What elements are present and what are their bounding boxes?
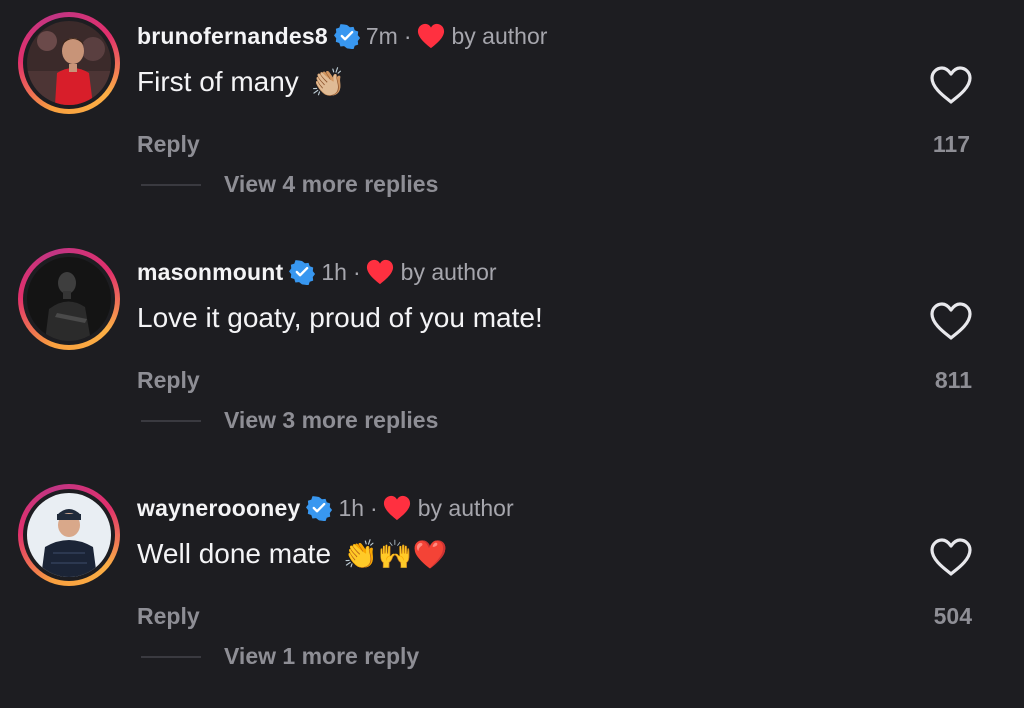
separator: · [370, 494, 378, 521]
like-heart-icon[interactable] [928, 536, 974, 578]
username[interactable]: wayneroooney [137, 495, 300, 522]
separator: · [352, 258, 361, 285]
username[interactable]: brunofernandes8 [137, 23, 328, 50]
reply-button[interactable]: Reply [137, 603, 200, 630]
comment: brunofernandes8 7m · by author First of … [0, 0, 1024, 236]
replies-divider [141, 184, 201, 186]
like-heart-icon[interactable] [928, 64, 974, 106]
avatar[interactable] [18, 12, 120, 114]
heart-filled-icon [383, 495, 410, 521]
timestamp: 7m [365, 22, 398, 49]
timestamp: 1h [338, 494, 365, 521]
comment-text: Love it goaty, proud of you mate! [137, 300, 543, 336]
comment-emoji: 👏🏼 [310, 65, 346, 99]
reply-button[interactable]: Reply [137, 367, 200, 394]
replies-divider [141, 656, 201, 658]
avatar[interactable] [18, 248, 120, 350]
avatar-image [27, 257, 111, 341]
replies-divider [141, 420, 201, 422]
like-count[interactable]: 117 [890, 131, 970, 158]
like-count[interactable]: 811 [892, 367, 972, 394]
timestamp: 1h [321, 258, 347, 285]
comment-header: brunofernandes8 7m · by author [137, 20, 547, 52]
comment-body: Well done mate [137, 538, 332, 569]
view-replies-button[interactable]: View 1 more reply [224, 643, 419, 670]
by-author-label: by author [400, 258, 497, 285]
comment: masonmount 1h · by author Love it goaty,… [0, 236, 1024, 472]
username[interactable]: masonmount [137, 259, 283, 286]
avatar[interactable] [18, 484, 120, 586]
verified-badge-icon [333, 24, 360, 49]
comment-header: wayneroooney 1h · by author [137, 492, 514, 524]
comment: wayneroooney 1h · by author Well done ma… [0, 472, 1024, 708]
by-author-label: by author [451, 22, 548, 49]
avatar-image [27, 21, 111, 105]
separator: · [403, 22, 412, 49]
comment-body: First of many [137, 66, 299, 97]
view-replies-button[interactable]: View 3 more replies [224, 407, 438, 434]
like-count[interactable]: 504 [892, 603, 972, 630]
heart-filled-icon [366, 259, 393, 285]
comment-emoji: 👏🙌❤️ [343, 537, 448, 571]
view-replies-button[interactable]: View 4 more replies [224, 171, 438, 198]
verified-badge-icon [306, 496, 333, 521]
comment-header: masonmount 1h · by author [137, 256, 497, 288]
comment-body: Love it goaty, proud of you mate! [137, 302, 543, 333]
comment-text: First of many 👏🏼 [137, 64, 346, 100]
by-author-label: by author [417, 494, 514, 521]
avatar-image [27, 493, 111, 577]
verified-badge-icon [289, 260, 316, 285]
like-heart-icon[interactable] [928, 300, 974, 342]
heart-filled-icon [417, 23, 444, 49]
comment-text: Well done mate 👏🙌❤️ [137, 536, 448, 572]
reply-button[interactable]: Reply [137, 131, 200, 158]
